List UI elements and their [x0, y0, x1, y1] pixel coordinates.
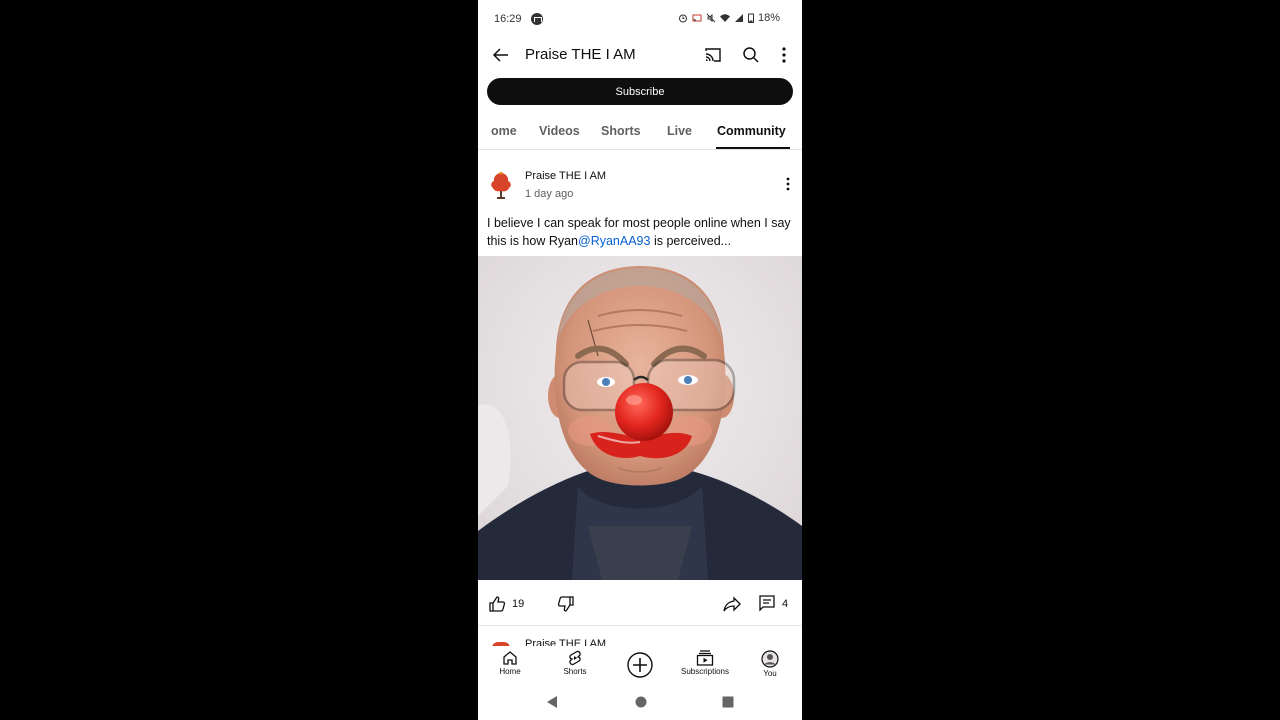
status-bar: 16:29 18% — [478, 0, 802, 40]
home-icon — [503, 651, 517, 665]
nav-you[interactable]: You — [738, 646, 802, 684]
system-back-icon[interactable] — [546, 695, 558, 709]
thumbs-down-icon[interactable] — [557, 595, 575, 613]
nav-subscriptions[interactable]: Subscriptions — [673, 646, 737, 684]
nav-home-label: Home — [499, 667, 521, 676]
alarm-icon — [678, 14, 687, 23]
battery-percent: 18% — [757, 12, 780, 24]
arrow-left-icon[interactable] — [490, 44, 512, 66]
create-plus-icon — [627, 652, 653, 678]
subscribe-button[interactable]: Subscribe — [487, 78, 793, 105]
thumbs-up-icon[interactable] — [488, 595, 506, 613]
nav-shorts-label: Shorts — [563, 667, 587, 676]
system-home-icon[interactable] — [635, 696, 647, 708]
channel-tabs: ome Videos Shorts Live Community — [478, 112, 802, 150]
post-author[interactable]: Praise THE I AM — [525, 170, 606, 182]
nav-subscriptions-label: Subscriptions — [680, 667, 730, 676]
post-text: I believe I can speak for most people on… — [487, 214, 793, 250]
post-actions: 19 4 — [478, 580, 802, 626]
signal-icon — [734, 14, 743, 22]
subscriptions-icon — [696, 650, 714, 666]
like-count: 19 — [512, 598, 525, 610]
nav-shorts[interactable]: Shorts — [543, 646, 607, 684]
system-recents-icon[interactable] — [722, 696, 734, 708]
phone-screen: 16:29 18% Praise THE I AM Subscribe ome … — [478, 0, 802, 720]
channel-title: Praise THE I AM — [525, 46, 636, 63]
tab-live[interactable]: Live — [667, 124, 692, 138]
search-icon[interactable] — [741, 45, 761, 65]
tab-home[interactable]: ome — [491, 124, 517, 138]
post-timestamp: 1 day ago — [525, 188, 574, 200]
nav-home[interactable]: Home — [478, 646, 542, 684]
cast-icon[interactable] — [703, 45, 723, 65]
bottom-navigation: Home Shorts Subscriptions You — [478, 646, 802, 684]
nav-create[interactable] — [608, 646, 672, 684]
comment-icon[interactable] — [759, 595, 775, 612]
clown-portrait-illustration — [478, 256, 802, 580]
system-navigation-bar — [478, 684, 802, 720]
wifi-icon — [719, 14, 730, 22]
status-time: 16:29 — [494, 13, 522, 25]
channel-avatar[interactable] — [488, 170, 514, 200]
avatar-icon — [761, 650, 779, 668]
post-image[interactable] — [478, 256, 802, 580]
active-tab-indicator — [716, 147, 790, 149]
cast-status-icon — [692, 14, 702, 22]
share-icon[interactable] — [723, 595, 741, 613]
tab-videos[interactable]: Videos — [539, 124, 580, 138]
mute-icon — [706, 13, 716, 23]
tab-community[interactable]: Community — [717, 124, 786, 138]
battery-icon — [747, 13, 754, 23]
nav-you-label: You — [763, 669, 777, 678]
shorts-icon — [569, 650, 581, 666]
post-text-tail: is perceived... — [650, 234, 732, 248]
tab-shorts[interactable]: Shorts — [601, 124, 641, 138]
post-more-vert-icon[interactable] — [783, 176, 793, 192]
app-notification-icon — [531, 13, 543, 25]
status-indicators: 18% — [678, 12, 780, 24]
more-vert-icon[interactable] — [776, 45, 792, 65]
post-mention-link[interactable]: @RyanAA93 — [578, 234, 650, 248]
app-header: Praise THE I AM — [478, 40, 802, 72]
comment-count: 4 — [782, 598, 789, 610]
